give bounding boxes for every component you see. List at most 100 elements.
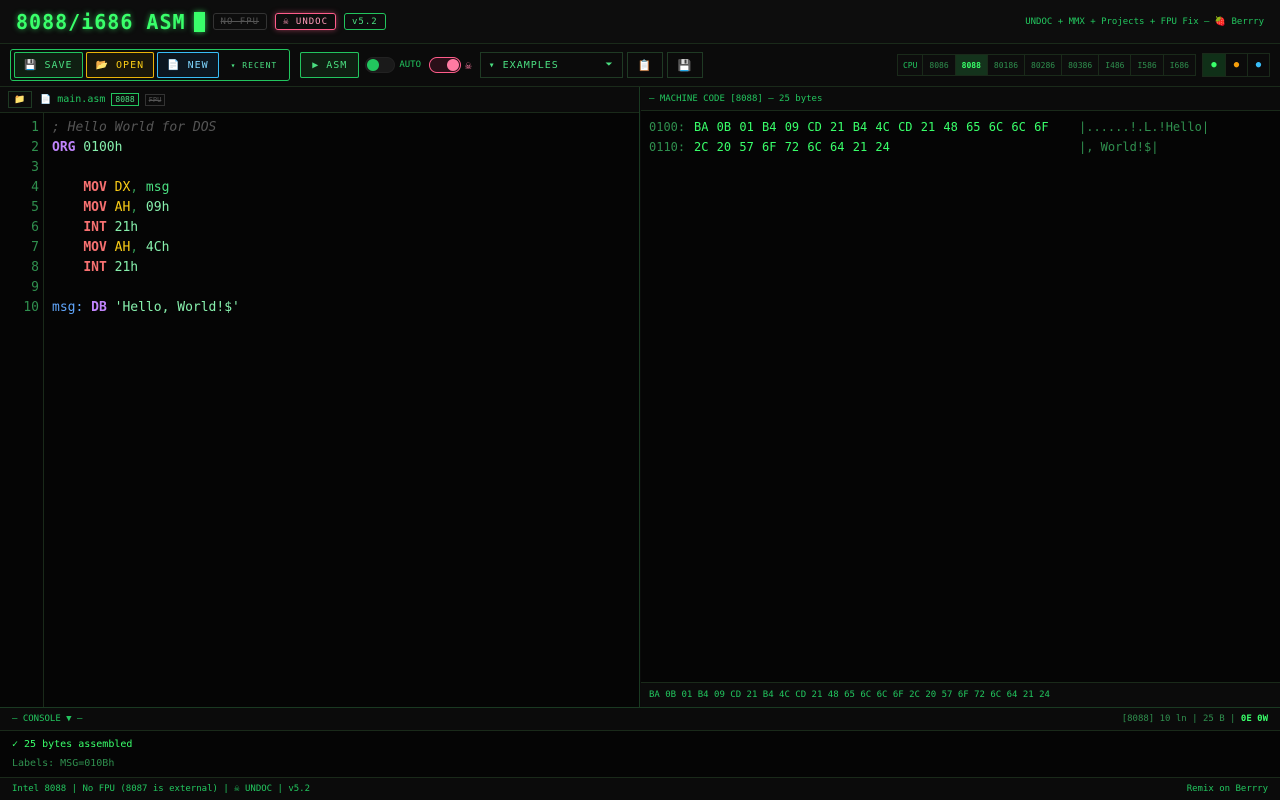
code-comma: , [130, 200, 139, 215]
hex-address: 0100: [649, 120, 686, 134]
code-opcode: MOV [83, 180, 107, 195]
status-left: Intel 8088 | No FPU (8087 is external) |… [12, 784, 311, 794]
hex-address: 0110: [649, 140, 686, 154]
line-number: 7 [31, 240, 39, 255]
cpu-i586[interactable]: I586 [1130, 55, 1162, 75]
theme-selector: ● ● ● [1202, 53, 1270, 77]
folder-button[interactable]: 📁 [8, 91, 32, 108]
machine-code-header: — MACHINE CODE [8088] — 25 bytes [641, 87, 1280, 111]
cpu-80386[interactable]: 80386 [1061, 55, 1098, 75]
line-number: 10 [23, 300, 39, 315]
code-number: 09h [138, 200, 170, 215]
cpu-i686[interactable]: I686 [1162, 55, 1195, 75]
code-line: MOV AH, 4Ch [52, 238, 240, 258]
line-number: 1 [31, 120, 39, 135]
recent-button[interactable]: ▾ RECENT [222, 52, 287, 78]
line-number: 5 [31, 200, 39, 215]
raw-bytes-line[interactable]: BA 0B 01 B4 09 CD 21 B4 4C CD 21 48 65 6… [641, 682, 1280, 707]
app-title: 8088/i686 ASM [16, 9, 186, 34]
code-directive: ORG [52, 140, 76, 155]
stats-text: [8088] 10 ln | 25 B | [1121, 714, 1236, 724]
cpu-tag: 8088 [111, 93, 139, 106]
new-button[interactable]: 📄 NEW [157, 52, 219, 78]
toggle-knob [447, 59, 459, 71]
code-identifier: msg [138, 180, 170, 195]
console-header: — CONSOLE ▼ — [8088] 10 ln | 25 B | 0E 0… [0, 707, 1280, 731]
skull-icon: ☠ [465, 58, 472, 72]
cpu-i486[interactable]: I486 [1098, 55, 1130, 75]
console-success-line: ✓ 25 bytes assembled [12, 739, 133, 750]
undoc-badge[interactable]: ☠ UNDOC [275, 13, 336, 30]
code-register: AH [106, 200, 131, 215]
hex-ascii: |, World!$| [1079, 140, 1159, 154]
code-register: DX [106, 180, 131, 195]
hex-row: 0110: 2C 20 57 6F 72 6C 64 21 24 |, Worl… [649, 137, 1272, 157]
folder-icon: 📁 [14, 94, 26, 105]
line-number: 2 [31, 140, 39, 155]
examples-select[interactable]: ▾ EXAMPLES ⏷ [479, 52, 623, 78]
cpu-selector: CPU 8086 8088 80186 80286 80386 I486 I58… [896, 54, 1196, 76]
toggle-knob [367, 59, 380, 71]
credits-text: UNDOC + MMX + Projects + FPU Fix — 🍓 Ber… [1025, 16, 1264, 27]
auto-label: AUTO [399, 60, 421, 70]
hex-bytes: 2C 20 57 6F 72 6C 64 21 24 [694, 140, 890, 154]
code-number: 0100h [75, 140, 123, 155]
title-bar: 8088/i686 ASM NO FPU ☠ UNDOC v5.2 UNDOC … [0, 0, 1280, 44]
code-line: INT 21h [52, 258, 240, 278]
assemble-button[interactable]: ▶ ASM [300, 52, 360, 78]
file-icon: 📄 [40, 94, 52, 105]
code-text[interactable]: ; Hello World for DOS ORG 0100h MOV DX, … [44, 113, 240, 707]
cpu-80286[interactable]: 80286 [1024, 55, 1061, 75]
code-comma: , [130, 180, 139, 195]
cpu-8086[interactable]: 8086 [922, 55, 954, 75]
console-stats: [8088] 10 ln | 25 B | 0E 0W [1122, 714, 1268, 724]
status-right-link[interactable]: Remix on Berrry [1187, 784, 1268, 794]
clipboard-icon: 📋 [637, 58, 652, 72]
floppy-icon: 💾 [677, 58, 692, 72]
line-number: 8 [31, 260, 39, 275]
line-number: 4 [31, 180, 39, 195]
code-directive: DB [83, 300, 107, 315]
code-number: 21h [106, 260, 139, 275]
code-opcode: MOV [83, 200, 107, 215]
line-number: 3 [31, 160, 39, 175]
code-line: msg: DB 'Hello, World!$' [52, 298, 240, 318]
status-bar: Intel 8088 | No FPU (8087 is external) |… [0, 777, 1280, 800]
machine-code-pane: — MACHINE CODE [8088] — 25 bytes 0100: B… [641, 87, 1280, 707]
line-number: 6 [31, 220, 39, 235]
console-labels-line: Labels: MSG=010Bh [12, 758, 115, 769]
cpu-label: CPU [902, 60, 918, 70]
toolbar: 💾 SAVE 📂 OPEN 📄 NEW ▾ RECENT ▶ ASM AUTO … [0, 44, 1280, 87]
undoc-toggle[interactable] [429, 57, 461, 73]
code-opcode: MOV [83, 240, 107, 255]
save-button[interactable]: 💾 SAVE [14, 52, 83, 78]
version-badge: v5.2 [344, 13, 386, 30]
code-number: 21h [106, 220, 139, 235]
code-comma: , [130, 240, 139, 255]
theme-green-dot-icon[interactable]: ● [1203, 54, 1225, 76]
code-label: msg: [52, 300, 84, 315]
fpu-tag: FPU [144, 93, 166, 106]
code-register: AH [106, 240, 131, 255]
cpu-8088[interactable]: 8088 [954, 55, 987, 75]
theme-blue-dot-icon[interactable]: ● [1247, 54, 1269, 76]
examples-label: ▾ EXAMPLES [488, 59, 559, 71]
code-editor[interactable]: 1 2 3 4 5 6 7 8 9 10 ; Hello World for D… [0, 113, 640, 707]
hex-row: 0100: BA 0B 01 B4 09 CD 21 B4 4C CD 21 4… [649, 117, 1272, 137]
hex-bytes: BA 0B 01 B4 09 CD 21 B4 4C CD 21 48 65 6… [694, 120, 1049, 134]
export-button[interactable]: 💾 [666, 52, 703, 78]
editor-tab-bar: 📁 📄 main.asm 8088 FPU [0, 87, 639, 113]
cursor-block-icon [193, 11, 205, 32]
code-opcode: INT [83, 220, 107, 235]
console-toggle[interactable]: — CONSOLE ▼ — [12, 714, 82, 724]
theme-amber-dot-icon[interactable]: ● [1225, 54, 1247, 76]
open-button[interactable]: 📂 OPEN [85, 52, 155, 78]
cpu-80186[interactable]: 80186 [986, 55, 1024, 75]
line-number-gutter: 1 2 3 4 5 6 7 8 9 10 [0, 113, 44, 707]
line-number: 9 [31, 280, 39, 295]
file-name[interactable]: main.asm [57, 94, 105, 105]
copy-button[interactable]: 📋 [626, 52, 663, 78]
auto-toggle[interactable] [365, 57, 396, 73]
